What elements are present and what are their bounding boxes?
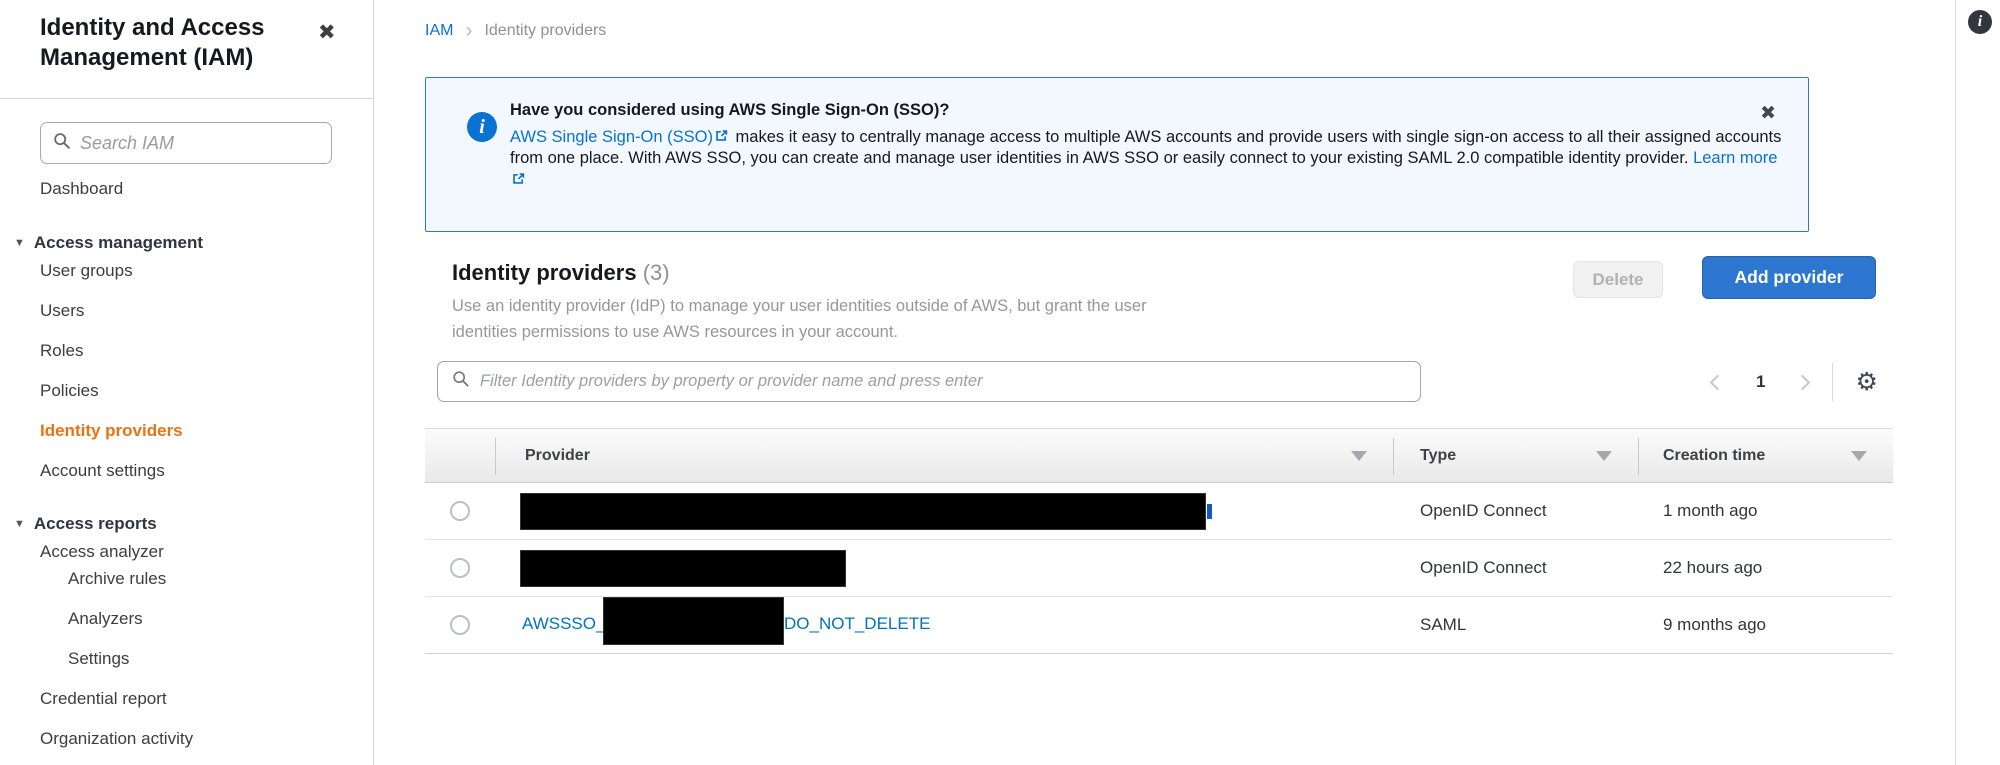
cell-provider <box>495 549 1393 587</box>
sidebar-title: Identity and Access Management (IAM) <box>40 14 265 71</box>
sidebar-item-dashboard[interactable]: Dashboard <box>40 179 123 199</box>
sidebar-search[interactable] <box>40 122 332 164</box>
sidebar-item-settings[interactable]: Settings <box>68 649 129 669</box>
item-count: (3) <box>642 260 670 285</box>
sso-banner: i ✖ Have you considered using AWS Single… <box>425 77 1809 232</box>
provider-link[interactable]: AWSSSO_ <box>522 614 605 634</box>
pagination: 1 ⚙ <box>1700 363 1878 401</box>
provider-link[interactable]: DO_NOT_DELETE <box>784 614 930 634</box>
delete-button[interactable]: Delete <box>1573 261 1663 298</box>
sidebar-search-input[interactable] <box>80 132 319 154</box>
search-icon <box>53 132 71 155</box>
sidebar-item-archive-rules[interactable]: Archive rules <box>68 569 166 589</box>
sidebar-item-user-groups[interactable]: User groups <box>40 261 133 281</box>
external-link-icon <box>715 127 728 141</box>
banner-content: Have you considered using AWS Single Sig… <box>510 100 1785 191</box>
row-radio[interactable] <box>450 501 470 521</box>
info-icon: i <box>467 112 497 142</box>
header-provider: Provider <box>495 429 1393 482</box>
sidebar-item-analyzers[interactable]: Analyzers <box>68 609 143 629</box>
breadcrumb-current: Identity providers <box>484 22 607 39</box>
sidebar-item-access-analyzer[interactable]: Access analyzer <box>40 542 164 562</box>
row-radio[interactable] <box>450 615 470 635</box>
header-type: Type <box>1393 429 1638 482</box>
gear-icon[interactable]: ⚙ <box>1855 369 1877 395</box>
banner-body: AWS Single Sign-On (SSO) makes it easy t… <box>510 127 1785 192</box>
current-page: 1 <box>1756 372 1766 391</box>
sort-icon[interactable] <box>1351 450 1367 461</box>
table-row: OpenID Connect 22 hours ago <box>425 540 1893 597</box>
sidebar-item-policies[interactable]: Policies <box>40 381 99 401</box>
sidebar-divider <box>0 98 374 99</box>
sidebar-close-icon[interactable]: ✖ <box>318 20 336 45</box>
sidebar-item-identity-providers[interactable]: Identity providers <box>40 421 183 441</box>
filter-input[interactable] <box>480 372 1406 391</box>
cell-creation-time: 9 months ago <box>1663 615 1767 634</box>
identity-providers-table: Provider Type Creation time OpenID Conne… <box>425 428 1893 654</box>
table-row: OpenID Connect 1 month ago <box>425 483 1893 540</box>
banner-title: Have you considered using AWS Single Sig… <box>510 101 950 119</box>
breadcrumb: IAM › Identity providers <box>425 19 607 42</box>
redacted-provider-name <box>520 492 1206 530</box>
table-row: AWSSSO_ DO_NOT_DELETE SAML 9 months ago <box>425 596 1893 654</box>
header-creation-time: Creation time <box>1638 429 1893 482</box>
sidebar-item-account-settings[interactable]: Account settings <box>40 461 165 481</box>
cell-creation-time: 22 hours ago <box>1663 558 1763 577</box>
section-description: Use an identity provider (IdP) to manage… <box>452 297 1147 341</box>
sidebar-item-credential-report[interactable]: Credential report <box>40 689 167 709</box>
breadcrumb-chevron-icon: › <box>465 19 473 42</box>
row-radio[interactable] <box>450 558 470 578</box>
redaction-edge <box>1207 503 1212 519</box>
cell-provider: AWSSSO_ DO_NOT_DELETE <box>495 596 1393 654</box>
iam-sidebar: Identity and Access Management (IAM) ✖ D… <box>0 0 374 765</box>
sidebar-item-roles[interactable]: Roles <box>40 341 83 361</box>
learn-more-link[interactable]: Learn more <box>1693 149 1777 167</box>
table-header-row: Provider Type Creation time <box>425 428 1893 483</box>
filter-input-wrapper[interactable] <box>437 361 1421 402</box>
next-page-icon[interactable] <box>1795 374 1811 390</box>
sidebar-item-users[interactable]: Users <box>40 301 84 321</box>
sidebar-section-access-reports[interactable]: ▼ Access reports <box>14 514 157 534</box>
chevron-down-icon: ▼ <box>14 518 25 530</box>
redacted-provider-name <box>603 596 784 645</box>
search-icon <box>452 370 470 393</box>
sidebar-item-organization-activity[interactable]: Organization activity <box>40 729 193 749</box>
right-rail-divider <box>1955 0 1956 765</box>
pagination-divider <box>1832 363 1834 401</box>
sort-icon[interactable] <box>1851 450 1867 461</box>
sort-icon[interactable] <box>1596 450 1612 461</box>
sso-link[interactable]: AWS Single Sign-On (SSO) <box>510 128 713 146</box>
breadcrumb-link-iam[interactable]: IAM <box>425 22 453 40</box>
external-link-icon <box>512 170 525 184</box>
redacted-provider-name <box>520 549 846 587</box>
sidebar-section-access-management[interactable]: ▼ Access management <box>14 233 203 253</box>
cell-creation-time: 1 month ago <box>1663 501 1758 520</box>
cell-provider <box>495 492 1393 530</box>
cell-type: OpenID Connect <box>1420 558 1547 577</box>
previous-page-icon[interactable] <box>1709 374 1726 390</box>
cell-type: OpenID Connect <box>1420 501 1547 520</box>
cell-type: SAML <box>1420 615 1467 634</box>
help-panel-info-icon[interactable]: i <box>1968 10 1992 34</box>
page-title: Identity providers (3) <box>452 260 670 285</box>
chevron-down-icon: ▼ <box>14 237 25 249</box>
add-provider-button[interactable]: Add provider <box>1702 256 1876 299</box>
